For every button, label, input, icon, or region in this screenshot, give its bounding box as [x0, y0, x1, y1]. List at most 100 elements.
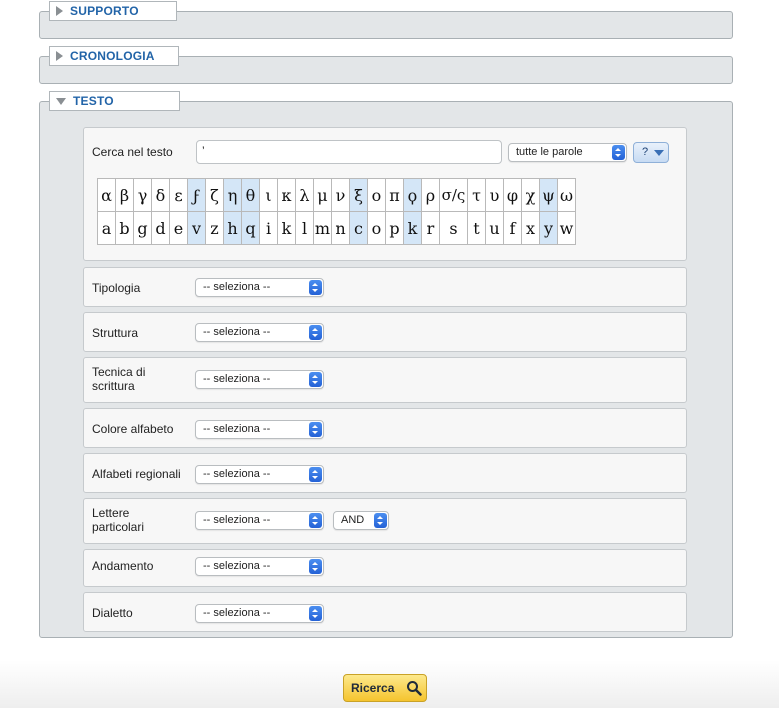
- chevron-down-icon: [654, 150, 664, 156]
- latin-key[interactable]: f: [503, 211, 522, 245]
- tipologia-select[interactable]: -- seleziona --: [195, 278, 324, 297]
- cronologia-toggle[interactable]: CRONOLOGIA: [49, 46, 179, 66]
- dialetto-select[interactable]: -- seleziona --: [195, 604, 324, 623]
- latin-key[interactable]: e: [169, 211, 188, 245]
- ricerca-label: Ricerca: [351, 681, 395, 695]
- latin-key[interactable]: r: [421, 211, 440, 245]
- latin-key[interactable]: y: [539, 211, 558, 245]
- greek-key[interactable]: ω: [557, 178, 576, 212]
- struttura-value: -- seleziona --: [203, 326, 271, 338]
- tipologia-row: Tipologia -- seleziona --: [83, 267, 687, 307]
- greek-key[interactable]: π: [385, 178, 404, 212]
- greek-key[interactable]: ξ: [349, 178, 368, 212]
- andamento-row: Andamento -- seleziona --: [83, 549, 687, 587]
- greek-key[interactable]: λ: [295, 178, 314, 212]
- greek-key[interactable]: τ: [467, 178, 486, 212]
- latin-key[interactable]: a: [97, 211, 116, 245]
- greek-key[interactable]: γ: [133, 178, 152, 212]
- latin-key[interactable]: s: [439, 211, 468, 245]
- greek-key[interactable]: η: [223, 178, 242, 212]
- select-arrows-icon: [309, 467, 322, 482]
- tipologia-label: Tipologia: [92, 281, 141, 295]
- latin-key[interactable]: u: [485, 211, 504, 245]
- greek-key[interactable]: μ: [313, 178, 332, 212]
- latin-key-row: abgdevzhqiklmncopkrstufxyw: [97, 211, 576, 245]
- latin-key[interactable]: q: [241, 211, 260, 245]
- testo-title: TESTO: [73, 94, 114, 108]
- lettere-operator-select[interactable]: AND: [333, 511, 389, 530]
- greek-key[interactable]: ι: [259, 178, 278, 212]
- supporto-title: SUPPORTO: [70, 4, 139, 18]
- search-mode-value: tutte le parole: [516, 146, 583, 158]
- struttura-row: Struttura -- seleziona --: [83, 312, 687, 352]
- alfabeti-value: -- seleziona --: [203, 468, 271, 480]
- greek-key[interactable]: ε: [169, 178, 188, 212]
- greek-key[interactable]: κ: [277, 178, 296, 212]
- latin-key[interactable]: h: [223, 211, 242, 245]
- latin-key[interactable]: i: [259, 211, 278, 245]
- latin-key[interactable]: z: [205, 211, 224, 245]
- latin-key[interactable]: k: [277, 211, 296, 245]
- select-arrows-icon: [309, 422, 322, 437]
- latin-key[interactable]: o: [367, 211, 386, 245]
- dialetto-row: Dialetto -- seleziona --: [83, 592, 687, 632]
- latin-key[interactable]: t: [467, 211, 486, 245]
- latin-key[interactable]: g: [133, 211, 152, 245]
- greek-key[interactable]: θ: [241, 178, 260, 212]
- greek-key[interactable]: δ: [151, 178, 170, 212]
- select-arrows-icon: [374, 513, 387, 528]
- greek-key[interactable]: φ: [503, 178, 522, 212]
- latin-key[interactable]: b: [115, 211, 134, 245]
- tecnica-select[interactable]: -- seleziona --: [195, 370, 324, 389]
- colore-select[interactable]: -- seleziona --: [195, 420, 324, 439]
- latin-key[interactable]: c: [349, 211, 368, 245]
- ricerca-button[interactable]: Ricerca: [343, 674, 427, 702]
- greek-key[interactable]: σ/ς: [439, 178, 468, 212]
- greek-key[interactable]: ρ: [421, 178, 440, 212]
- andamento-value: -- seleziona --: [203, 560, 271, 572]
- select-arrows-icon: [309, 372, 322, 387]
- greek-key[interactable]: ζ: [205, 178, 224, 212]
- expand-arrow-icon: [56, 51, 63, 61]
- latin-key[interactable]: k: [403, 211, 422, 245]
- search-mode-select[interactable]: tutte le parole: [508, 143, 627, 162]
- greek-key[interactable]: ο: [367, 178, 386, 212]
- latin-key[interactable]: l: [295, 211, 314, 245]
- struttura-select[interactable]: -- seleziona --: [195, 323, 324, 342]
- search-input[interactable]: ’: [196, 140, 502, 164]
- dialetto-value: -- seleziona --: [203, 607, 271, 619]
- greek-key[interactable]: υ: [485, 178, 504, 212]
- lettere-value: -- seleziona --: [203, 514, 271, 526]
- greek-key[interactable]: β: [115, 178, 134, 212]
- lettere-select[interactable]: -- seleziona --: [195, 511, 324, 530]
- lettere-operator-value: AND: [341, 514, 365, 526]
- greek-key[interactable]: ϝ: [187, 178, 206, 212]
- latin-key[interactable]: m: [313, 211, 332, 245]
- help-button[interactable]: ?: [633, 142, 669, 163]
- greek-key[interactable]: ϙ: [403, 178, 422, 212]
- alfabeti-select[interactable]: -- seleziona --: [195, 465, 324, 484]
- colore-value: -- seleziona --: [203, 423, 271, 435]
- supporto-toggle[interactable]: SUPPORTO: [49, 1, 177, 21]
- character-keyboard: α β γ δ ε ϝ ζ η θ ι κ λ μ ν ξ ο π ϙ ρ σ/ς τ υ φ χ ψ ω abgdevzhqik…: [97, 178, 576, 245]
- cronologia-title: CRONOLOGIA: [70, 49, 155, 63]
- greek-key-row: α β γ δ ε ϝ ζ η θ ι κ λ μ ν ξ ο π ϙ ρ σ/ς τ υ φ χ ψ ω: [97, 178, 576, 212]
- andamento-select[interactable]: -- seleziona --: [195, 557, 324, 576]
- latin-key[interactable]: n: [331, 211, 350, 245]
- latin-key[interactable]: v: [187, 211, 206, 245]
- greek-key[interactable]: ψ: [539, 178, 558, 212]
- greek-key[interactable]: χ: [521, 178, 540, 212]
- greek-key[interactable]: ν: [331, 178, 350, 212]
- latin-key[interactable]: d: [151, 211, 170, 245]
- alfabeti-row: Alfabeti regionali -- seleziona --: [83, 453, 687, 493]
- colore-row: Colore alfabeto -- seleziona --: [83, 408, 687, 448]
- alfabeti-label: Alfabeti regionali: [92, 467, 181, 481]
- testo-toggle[interactable]: TESTO: [49, 91, 180, 111]
- greek-key[interactable]: α: [97, 178, 116, 212]
- dialetto-label: Dialetto: [92, 606, 133, 620]
- latin-key[interactable]: p: [385, 211, 404, 245]
- latin-key[interactable]: w: [557, 211, 576, 245]
- latin-key[interactable]: x: [521, 211, 540, 245]
- tecnica-row: Tecnica di scrittura -- seleziona --: [83, 357, 687, 403]
- search-icon: [407, 681, 422, 696]
